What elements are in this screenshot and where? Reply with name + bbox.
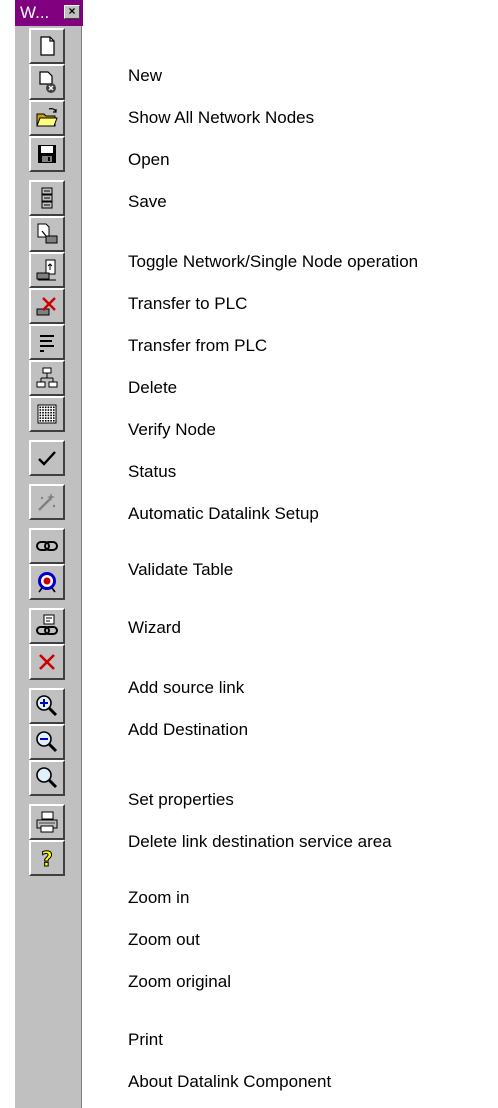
about-datalink-component-button[interactable]: ? bbox=[29, 840, 65, 876]
help-question-icon: ? bbox=[34, 845, 60, 872]
set-properties-button[interactable] bbox=[29, 608, 65, 644]
label-delete-link-destination: Delete link destination service area bbox=[128, 832, 392, 851]
zoom-out-button[interactable] bbox=[29, 724, 65, 760]
delete-link-destination-button[interactable] bbox=[29, 644, 65, 680]
label-verify-node: Verify Node bbox=[128, 420, 216, 439]
zoom-original-button[interactable] bbox=[29, 760, 65, 796]
open-button[interactable] bbox=[29, 100, 65, 136]
zoom-out-icon bbox=[34, 729, 60, 755]
label-open: Open bbox=[128, 150, 170, 169]
label-new: New bbox=[128, 66, 163, 85]
save-button[interactable] bbox=[29, 136, 65, 172]
label-show-all-network-nodes: Show All Network Nodes bbox=[128, 108, 315, 127]
transfer-to-plc-icon bbox=[34, 221, 60, 247]
show-all-network-nodes-button[interactable] bbox=[29, 64, 65, 100]
automatic-datalink-setup-button[interactable] bbox=[29, 396, 65, 432]
target-icon bbox=[34, 569, 60, 595]
open-folder-icon bbox=[34, 105, 60, 131]
printer-icon bbox=[34, 809, 60, 835]
transfer-from-plc-button[interactable] bbox=[29, 252, 65, 288]
link-properties-icon bbox=[34, 613, 60, 639]
delete-icon bbox=[34, 293, 60, 319]
svg-text:?: ? bbox=[41, 847, 53, 871]
label-about-datalink-component: About Datalink Component bbox=[128, 1072, 332, 1091]
zoom-in-icon bbox=[34, 693, 60, 719]
label-status: Status bbox=[128, 462, 177, 481]
label-automatic-datalink-setup: Automatic Datalink Setup bbox=[128, 504, 319, 523]
new-button[interactable] bbox=[29, 28, 65, 64]
label-add-source-link: Add source link bbox=[128, 678, 245, 697]
label-toggle-network: Toggle Network/Single Node operation bbox=[128, 252, 419, 271]
delete-button[interactable] bbox=[29, 288, 65, 324]
wizard-button bbox=[29, 484, 65, 520]
red-x-icon bbox=[34, 649, 60, 675]
label-delete: Delete bbox=[128, 378, 178, 397]
checkmark-icon bbox=[34, 445, 60, 471]
save-disk-icon bbox=[34, 141, 60, 167]
verify-node-button[interactable] bbox=[29, 324, 65, 360]
label-print: Print bbox=[128, 1030, 163, 1049]
datalink-grid-icon bbox=[34, 401, 60, 427]
label-zoom-original: Zoom original bbox=[128, 972, 231, 991]
verify-node-icon bbox=[34, 329, 60, 355]
toolbar-palette: W... × ? bbox=[14, 0, 83, 1108]
label-transfer-from-plc: Transfer from PLC bbox=[128, 336, 268, 355]
window-titlebar[interactable]: W... × bbox=[15, 0, 83, 26]
zoom-in-button[interactable] bbox=[29, 688, 65, 724]
add-destination-button[interactable] bbox=[29, 564, 65, 600]
show-nodes-icon bbox=[34, 69, 60, 95]
label-wizard: Wizard bbox=[128, 618, 181, 637]
transfer-from-plc-icon bbox=[34, 257, 60, 283]
print-button[interactable] bbox=[29, 804, 65, 840]
label-zoom-in: Zoom in bbox=[128, 888, 190, 907]
add-source-link-button[interactable] bbox=[29, 528, 65, 564]
toggle-network-button[interactable] bbox=[29, 180, 65, 216]
transfer-to-plc-button[interactable] bbox=[29, 216, 65, 252]
label-add-destination: Add Destination bbox=[128, 720, 249, 739]
window-title: W... bbox=[20, 3, 50, 22]
label-validate-table: Validate Table bbox=[128, 560, 234, 579]
label-set-properties: Set properties bbox=[128, 790, 234, 809]
label-save: Save bbox=[128, 192, 167, 211]
validate-table-button[interactable] bbox=[29, 440, 65, 476]
zoom-original-icon bbox=[34, 765, 60, 791]
wizard-wand-icon bbox=[34, 489, 60, 515]
new-document-icon bbox=[34, 33, 60, 59]
status-button[interactable] bbox=[29, 360, 65, 396]
label-zoom-out: Zoom out bbox=[128, 930, 200, 949]
chain-link-icon bbox=[34, 533, 60, 559]
close-button[interactable]: × bbox=[64, 5, 80, 19]
status-icon bbox=[34, 365, 60, 391]
label-transfer-to-plc: Transfer to PLC bbox=[128, 294, 248, 313]
toggle-network-icon bbox=[34, 185, 60, 211]
